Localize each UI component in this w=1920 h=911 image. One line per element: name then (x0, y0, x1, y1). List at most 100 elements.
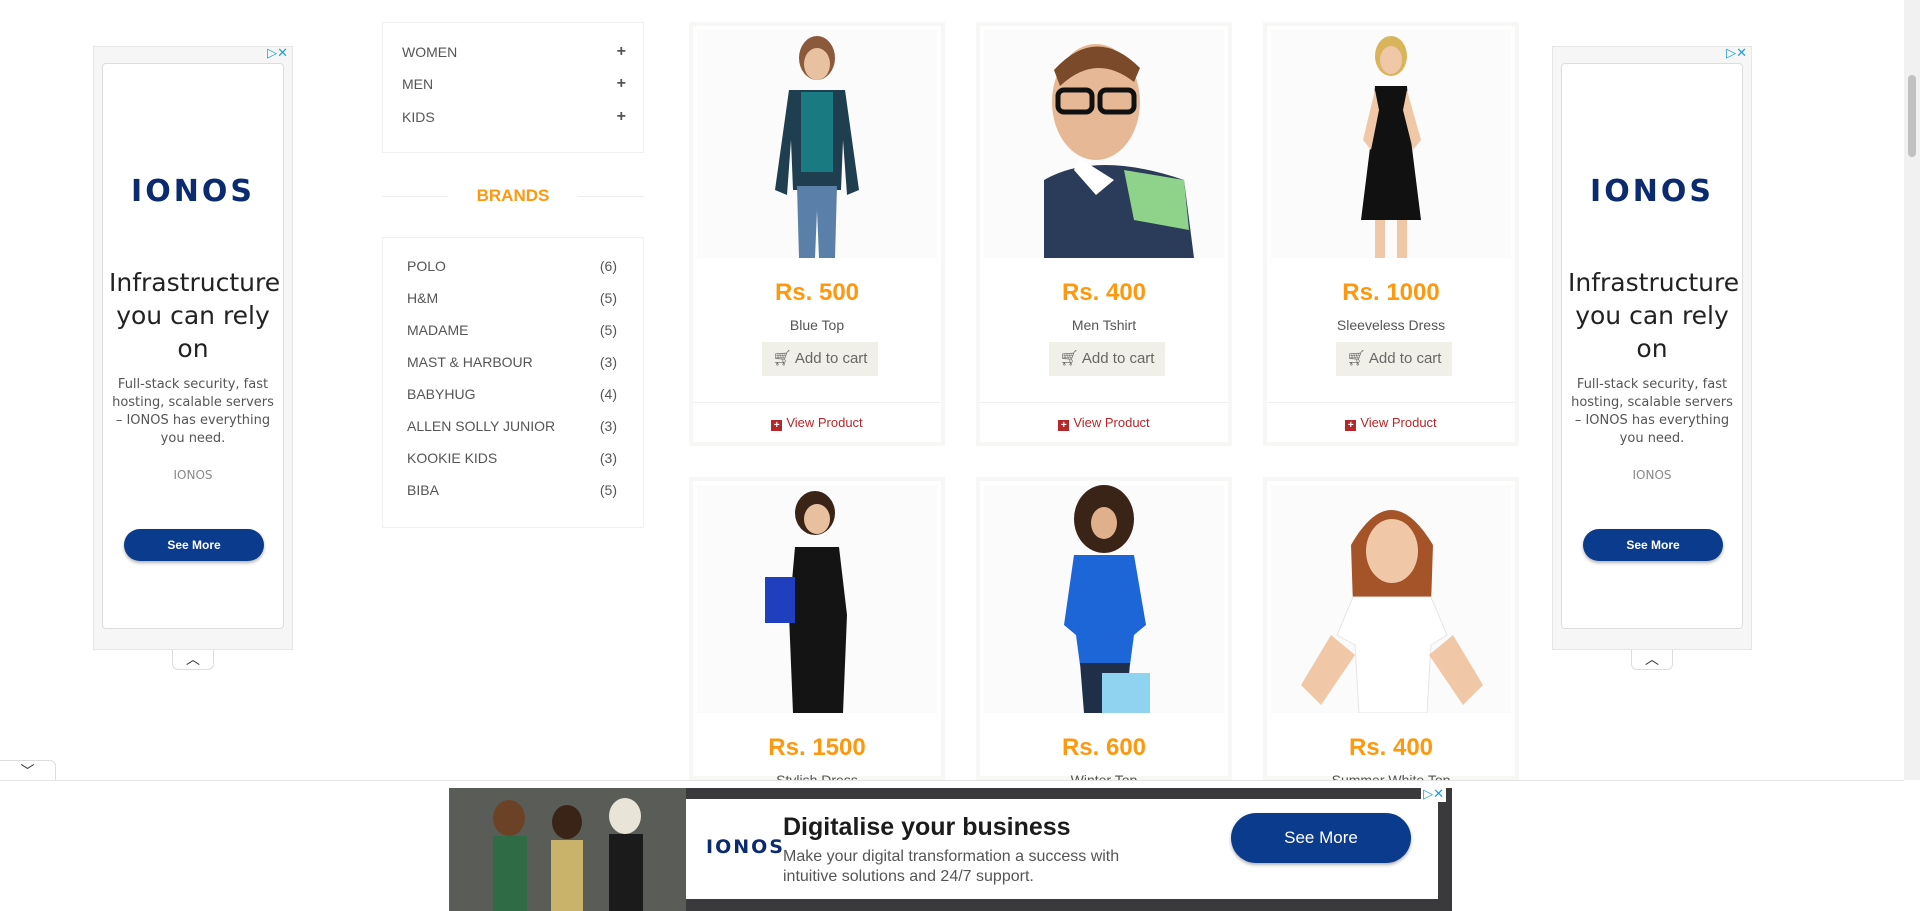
cart-icon: 🛒︎ (1346, 350, 1369, 367)
plus-square-icon: + (1345, 420, 1357, 431)
plus-square-icon: + (1058, 420, 1070, 431)
add-to-cart-label: Add to cart (1081, 350, 1155, 367)
product-name: Men Tshirt (1071, 317, 1137, 333)
ad-headline: Digitalise your business (783, 813, 1071, 841)
brand-name: KOOKIE KIDS (407, 450, 498, 466)
view-product-label: View Product (786, 415, 863, 430)
view-product-link[interactable]: + View Product (980, 414, 1228, 432)
product-name: Sleeveless Dress (1336, 317, 1446, 333)
ad-content[interactable]: IONOS Infrastructure you can rely on Ful… (102, 63, 284, 629)
category-label: WOMEN (402, 44, 458, 60)
brand-name: ALLEN SOLLY JUNIOR (407, 418, 556, 434)
see-more-button[interactable]: See More (1583, 529, 1723, 561)
category-panel: WOMEN + MEN + KIDS + (382, 22, 644, 153)
adchoices-icon[interactable]: ▷✕ (267, 47, 288, 61)
product-card: Rs. 1500 Stylish Dress (689, 477, 945, 788)
ad-body-text: Full-stack security, fast hosting, scala… (1571, 377, 1733, 446)
plus-icon[interactable]: + (617, 42, 626, 62)
view-product-link[interactable]: + View Product (693, 414, 941, 432)
add-to-cart-button[interactable]: 🛒︎ Add to cart (1336, 342, 1452, 376)
scrollbar-thumb[interactable] (1908, 75, 1916, 157)
category-item-kids[interactable]: KIDS + (402, 107, 626, 127)
brand-name: H&M (407, 290, 439, 306)
brand-item-hm[interactable]: H&M (5) (407, 288, 617, 308)
ad-description: Make your digital transformation a succe… (783, 848, 1120, 885)
product-card: Rs. 400 Men Tshirt 🛒︎ Add to cart + View … (976, 22, 1232, 446)
category-item-men[interactable]: MEN + (402, 74, 626, 94)
add-to-cart-label: Add to cart (794, 350, 868, 367)
ad-headline: Infrastructure you can rely on (109, 268, 281, 363)
product-price: Rs. 500 (774, 279, 860, 306)
divider (693, 402, 941, 403)
product-image[interactable] (984, 30, 1224, 258)
cart-icon: 🛒︎ (772, 350, 795, 367)
adchoices-icon[interactable]: ▷✕ (1726, 47, 1747, 61)
brand-item-mast-harbour[interactable]: MAST & HARBOUR (3) (407, 352, 617, 372)
left-side-ad[interactable]: ▷✕ IONOS Infrastructure you can rely on … (93, 46, 293, 650)
view-product-link[interactable]: + View Product (1267, 414, 1515, 432)
chevron-down-icon[interactable]: ﹀ (0, 760, 56, 780)
adchoices-icon[interactable]: ▷✕ (1421, 788, 1446, 802)
ad-panel[interactable]: IONOS Digitalise your business Make your… (686, 799, 1438, 899)
vertical-scrollbar[interactable] (1904, 0, 1920, 780)
product-image[interactable] (1271, 30, 1511, 258)
brand-item-madame[interactable]: MADAME (5) (407, 320, 617, 340)
plus-icon[interactable]: + (617, 107, 626, 127)
product-image[interactable] (1271, 485, 1511, 713)
brands-heading: BRANDS (382, 184, 644, 208)
product-card: Rs. 400 Summer White Top (1263, 477, 1519, 788)
product-price: Rs. 400 (1061, 279, 1147, 306)
view-product-label: View Product (1360, 415, 1437, 430)
add-to-cart-button[interactable]: 🛒︎ Add to cart (762, 342, 878, 376)
collapse-ad-chevron-up-icon[interactable]: ︿ (172, 650, 214, 670)
brand-count: (5) (599, 290, 617, 306)
see-more-button[interactable]: See More (124, 529, 264, 561)
product-image[interactable] (984, 485, 1224, 713)
product-price: Rs. 1500 (768, 734, 866, 761)
brand-item-babyhug[interactable]: BABYHUG (4) (407, 384, 617, 404)
brand-item-allen-solly-junior[interactable]: ALLEN SOLLY JUNIOR (3) (407, 416, 617, 436)
right-side-ad[interactable]: ▷✕ IONOS Infrastructure you can rely on … (1552, 46, 1752, 650)
product-price: Rs. 1000 (1342, 279, 1440, 306)
collapse-ad-chevron-up-icon[interactable]: ︿ (1631, 650, 1673, 670)
product-price: Rs. 600 (1061, 734, 1147, 761)
brands-panel: POLO (6) H&M (5) MADAME (5) MAST & HARBO… (382, 237, 644, 528)
plus-icon[interactable]: + (617, 74, 626, 94)
brand-count: (3) (599, 450, 617, 466)
product-card: Rs. 600 Winter Top (976, 477, 1232, 788)
brand-name: BIBA (407, 482, 439, 498)
cart-icon: 🛒︎ (1059, 350, 1082, 367)
ad-body-text: Full-stack security, fast hosting, scala… (112, 377, 274, 446)
plus-square-icon: + (771, 420, 783, 431)
product-image[interactable] (697, 485, 937, 713)
see-more-button[interactable]: See More (1231, 813, 1411, 863)
ad-brand-label: IONOS (1632, 468, 1672, 482)
category-item-women[interactable]: WOMEN + (402, 42, 626, 62)
divider (1267, 402, 1515, 403)
ionos-logo: IONOS (706, 836, 785, 858)
category-label: MEN (402, 76, 434, 92)
brand-count: (5) (599, 482, 617, 498)
add-to-cart-button[interactable]: 🛒︎ Add to cart (1049, 342, 1165, 376)
ionos-logo: IONOS (131, 174, 255, 209)
product-image[interactable] (697, 30, 937, 258)
brand-name: BABYHUG (407, 386, 476, 402)
ad-content[interactable]: IONOS Infrastructure you can rely on Ful… (1561, 63, 1743, 629)
brand-count: (3) (599, 418, 617, 434)
brand-count: (5) (599, 322, 617, 338)
brand-item-biba[interactable]: BIBA (5) (407, 480, 617, 500)
add-to-cart-label: Add to cart (1368, 350, 1442, 367)
product-card: Rs. 500 Blue Top 🛒︎ Add to cart + View Pr… (689, 22, 945, 446)
brand-count: (3) (599, 354, 617, 370)
brand-name: POLO (407, 258, 446, 274)
brand-item-kookie-kids[interactable]: KOOKIE KIDS (3) (407, 448, 617, 468)
divider (980, 402, 1228, 403)
product-card: Rs. 1000 Sleeveless Dress 🛒︎ Add to cart… (1263, 22, 1519, 446)
bottom-banner-ad[interactable]: IONOS Digitalise your business Make your… (449, 788, 1452, 911)
brand-item-polo[interactable]: POLO (6) (407, 256, 617, 276)
ionos-logo: IONOS (1590, 174, 1714, 209)
product-name: Blue Top (789, 317, 845, 333)
brand-count: (4) (599, 386, 617, 402)
category-label: KIDS (402, 109, 435, 125)
brand-name: MAST & HARBOUR (407, 354, 533, 370)
